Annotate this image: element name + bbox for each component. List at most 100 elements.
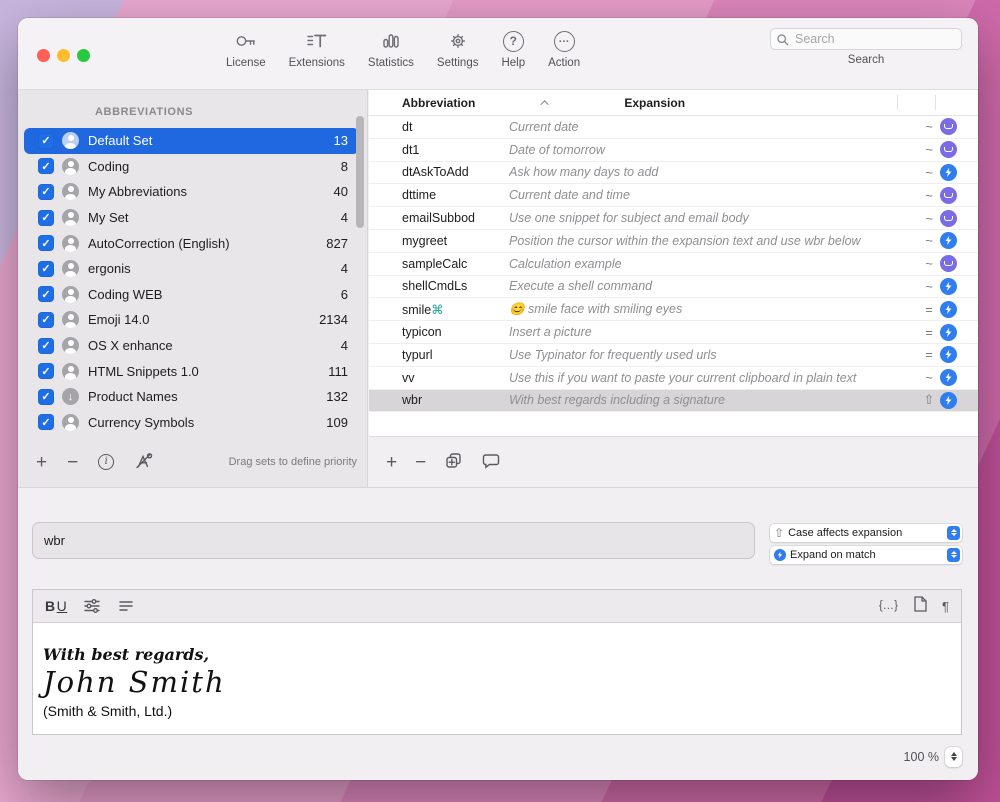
sidebar-scrollbar[interactable]: [356, 116, 364, 228]
set-enabled-checkbox[interactable]: [38, 389, 54, 405]
remove-set-button[interactable]: −: [67, 453, 78, 472]
sidebar-set-row[interactable]: OS X enhance 4: [24, 333, 359, 359]
zoom-stepper[interactable]: [945, 747, 962, 767]
column-separator: [897, 95, 898, 110]
sidebar-set-row[interactable]: Product Names 132: [24, 384, 359, 410]
abbreviation-row[interactable]: dttime Current date and time ~: [369, 184, 978, 207]
abbreviation-row[interactable]: dt1 Date of tomorrow ~: [369, 139, 978, 162]
sidebar-set-row[interactable]: Coding 8: [24, 154, 359, 180]
abbreviation-value: wbr: [44, 533, 65, 548]
set-enabled-checkbox[interactable]: [38, 184, 54, 200]
abbreviation-cell: typicon: [369, 325, 509, 339]
set-icon: [62, 286, 79, 303]
insert-marker-button[interactable]: {…}: [879, 600, 898, 612]
set-enabled-checkbox[interactable]: [38, 133, 54, 149]
abbreviation-row[interactable]: shellCmdLs Execute a shell command ~: [369, 276, 978, 299]
sidebar-set-row[interactable]: HTML Snippets 1.0 111: [24, 358, 359, 384]
match-mode-indicator: =: [918, 325, 940, 340]
set-count: 8: [341, 159, 348, 174]
sidebar-set-row[interactable]: AutoCorrection (English) 827: [24, 230, 359, 256]
expansion-cell: Position the cursor within the expansion…: [509, 234, 918, 248]
match-mode-indicator: ⇧: [918, 392, 940, 408]
toolbar-license[interactable]: License: [226, 27, 266, 69]
set-enabled-checkbox[interactable]: [38, 363, 54, 379]
abbreviation-row[interactable]: emailSubbod Use one snippet for subject …: [369, 207, 978, 230]
set-enabled-checkbox[interactable]: [38, 261, 54, 277]
match-mode-indicator: ~: [918, 188, 940, 203]
duplicate-button[interactable]: [444, 451, 463, 474]
script-bolt-icon: [943, 395, 954, 406]
sidebar-set-row[interactable]: Default Set 13: [24, 128, 359, 154]
script-bolt-icon: [943, 235, 954, 246]
search-field[interactable]: [770, 28, 962, 50]
minimize-button[interactable]: [57, 49, 70, 62]
set-icon: [62, 158, 79, 175]
marker-settings-button[interactable]: [134, 451, 153, 474]
abbreviation-row[interactable]: wbr With best regards including a signat…: [369, 390, 978, 413]
match-mode-indicator: ~: [918, 119, 940, 134]
sidebar-set-row[interactable]: ergonis 4: [24, 256, 359, 282]
abbreviation-input[interactable]: wbr: [32, 522, 755, 559]
add-set-button[interactable]: +: [36, 453, 47, 472]
align-button[interactable]: [117, 597, 135, 615]
set-icon: [62, 414, 79, 431]
remove-abbreviation-button[interactable]: −: [415, 453, 426, 472]
script-bolt-icon: [943, 304, 954, 315]
toolbar-label: Extensions: [289, 57, 345, 69]
sidebar-set-row[interactable]: Emoji 14.0 2134: [24, 307, 359, 333]
case-popup[interactable]: ⇧ Case affects expansion: [770, 524, 962, 542]
abbreviation-row[interactable]: typicon Insert a picture =: [369, 321, 978, 344]
bar-chart-icon: [378, 27, 404, 55]
abbreviation-row[interactable]: vv Use this if you want to paste your cu…: [369, 367, 978, 390]
zoom-button[interactable]: [77, 49, 90, 62]
search-area: Search: [770, 28, 962, 66]
expand-popup[interactable]: Expand on match: [770, 546, 962, 564]
set-name: Default Set: [88, 133, 152, 148]
abbreviation-cell: dtAskToAdd: [369, 165, 509, 179]
abbreviation-row[interactable]: dt Current date ~: [369, 116, 978, 139]
set-enabled-checkbox[interactable]: [38, 312, 54, 328]
sidebar-header: ABBREVIATIONS: [18, 90, 367, 125]
toolbar-help[interactable]: ? Help: [501, 27, 525, 69]
abbreviation-row[interactable]: sampleCalc Calculation example ~: [369, 253, 978, 276]
command-key-glyph: ⌘: [431, 303, 444, 317]
set-count: 6: [341, 287, 348, 302]
set-enabled-checkbox[interactable]: [38, 158, 54, 174]
sliders-button[interactable]: [83, 597, 101, 615]
abbreviation-row[interactable]: dtAskToAdd Ask how many days to add ~: [369, 162, 978, 185]
sidebar-set-row[interactable]: Coding WEB 6: [24, 282, 359, 308]
sidebar-set-row[interactable]: My Abbreviations 40: [24, 179, 359, 205]
info-button[interactable]: i: [98, 454, 114, 470]
set-enabled-checkbox[interactable]: [38, 235, 54, 251]
expansion-editor[interactable]: BU {…} ¶ With best regards, John Smith: [32, 589, 962, 735]
toolbar-action[interactable]: ... Action: [548, 27, 580, 69]
add-abbreviation-button[interactable]: +: [386, 453, 397, 472]
abbreviation-row[interactable]: typurl Use Typinator for frequently used…: [369, 344, 978, 367]
set-enabled-checkbox[interactable]: [38, 338, 54, 354]
toolbar-statistics[interactable]: Statistics: [368, 27, 414, 69]
column-expansion[interactable]: Expansion: [624, 96, 685, 110]
shift-icon: ⇧: [774, 526, 784, 540]
comment-button[interactable]: [481, 451, 501, 474]
expansion-type-badge: [940, 164, 957, 181]
abbreviation-row[interactable]: smile⌘ 😊 smile face with smiling eyes =: [369, 298, 978, 321]
abbreviation-row[interactable]: mygreet Position the cursor within the e…: [369, 230, 978, 253]
format-bold-underline-button[interactable]: BU: [45, 598, 67, 614]
column-abbreviation[interactable]: Abbreviation: [402, 96, 475, 110]
toolbar-settings[interactable]: Settings: [437, 27, 479, 69]
set-name: Currency Symbols: [88, 415, 194, 430]
search-input[interactable]: [771, 32, 961, 46]
expansion-text[interactable]: With best regards, John Smith (Smith & S…: [33, 623, 961, 719]
abbreviation-table: Abbreviation Expansion dt Current date ~: [369, 90, 978, 437]
abbreviation-cell: shellCmdLs: [369, 279, 509, 293]
set-enabled-checkbox[interactable]: [38, 210, 54, 226]
drag-hint: Drag sets to define priority: [229, 456, 357, 468]
pilcrow-button[interactable]: ¶: [942, 599, 949, 614]
close-button[interactable]: [37, 49, 50, 62]
sidebar-set-row[interactable]: Currency Symbols 109: [24, 410, 359, 436]
sidebar-set-row[interactable]: My Set 4: [24, 205, 359, 231]
toolbar-extensions[interactable]: Extensions: [289, 27, 345, 69]
set-enabled-checkbox[interactable]: [38, 414, 54, 430]
document-button[interactable]: [912, 595, 928, 618]
set-enabled-checkbox[interactable]: [38, 286, 54, 302]
